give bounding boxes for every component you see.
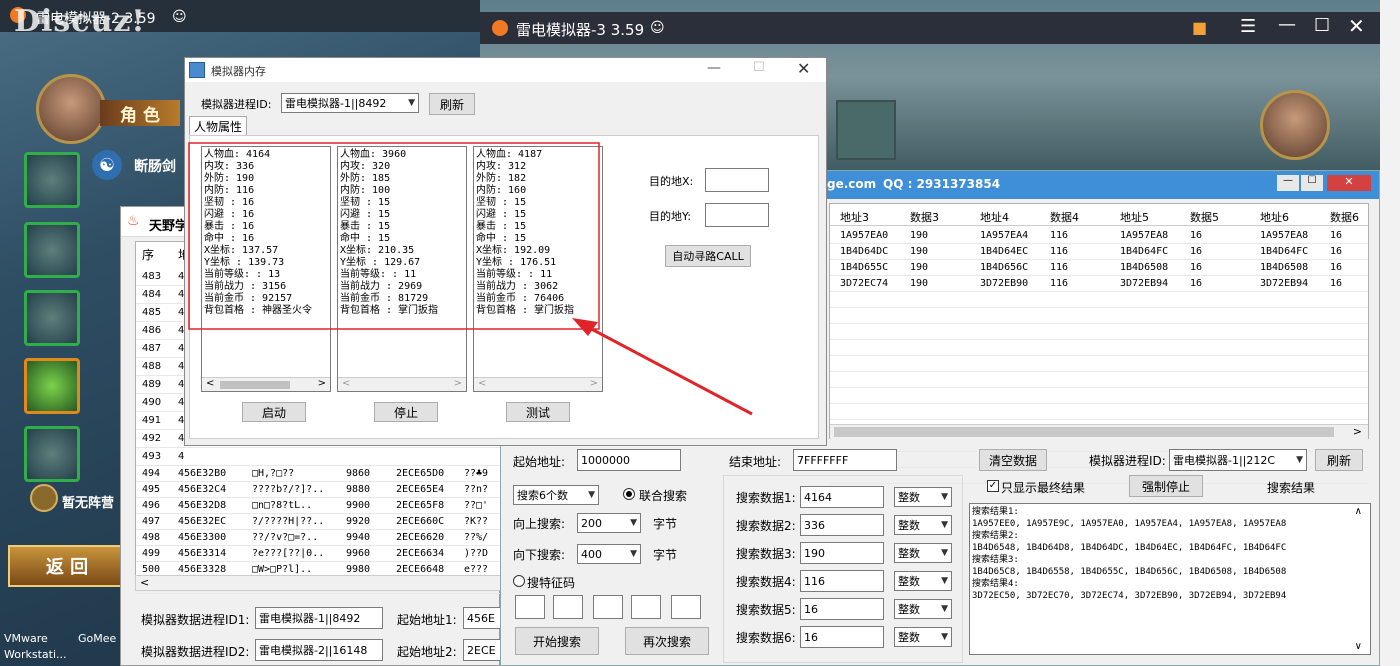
annotation-overlay: [188, 142, 753, 416]
annotation-arrowhead: [572, 318, 598, 336]
highlight-box: [188, 142, 600, 330]
annotation-arrow: [581, 322, 753, 416]
